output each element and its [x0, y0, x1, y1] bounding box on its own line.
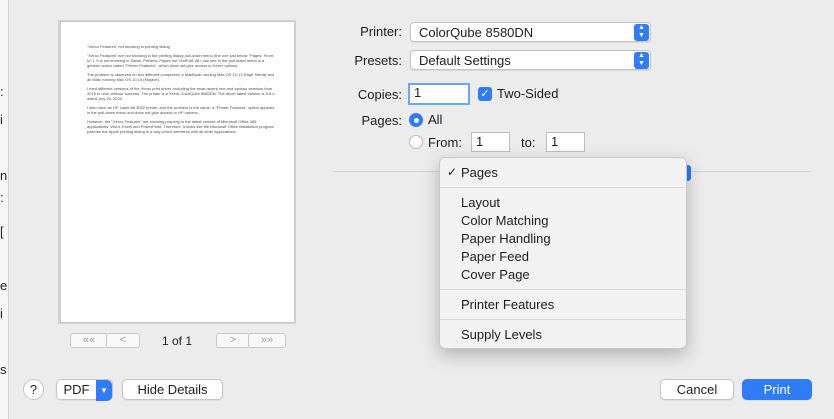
pages-all-label: All [428, 112, 443, 127]
next-page-button[interactable]: > [216, 333, 250, 348]
checkmark-icon: ✓ [447, 165, 458, 179]
print-button[interactable]: Print [742, 379, 812, 400]
copies-label: Copies: [357, 87, 402, 102]
menu-separator [440, 319, 686, 320]
copies-field[interactable]: 1 [408, 83, 470, 105]
pages-from-radio[interactable] [409, 135, 423, 149]
two-sided-label: Two-Sided [497, 86, 559, 101]
to-label: to: [521, 135, 536, 150]
sliver-char: : [0, 190, 4, 205]
sliver-char: : [0, 84, 4, 99]
pdf-menu-button[interactable]: PDF ▼ [56, 379, 113, 401]
preview-pager: «« < 1 of 1 > »» [70, 333, 286, 348]
preview-paragraph: "Xerox Features" not showing in printing… [87, 44, 170, 49]
preview-document: "Xerox Features" not showing in printing… [87, 44, 277, 138]
two-sided-checkbox[interactable]: ✓ [478, 87, 492, 101]
page-indicator: 1 of 1 [162, 334, 193, 348]
help-button[interactable]: ? [23, 379, 44, 400]
cancel-button[interactable]: Cancel [660, 379, 734, 400]
preview-paragraph: However, the "Xerox Features" are showin… [87, 118, 274, 135]
menu-item-color-matching[interactable]: Color Matching [461, 213, 548, 228]
hide-details-button[interactable]: Hide Details [122, 379, 223, 400]
first-page-button[interactable]: «« [70, 333, 108, 348]
menu-item-paper-feed[interactable]: Paper Feed [461, 249, 529, 264]
printer-popup[interactable]: ColorQube 8580DN ▲ ▼ [410, 22, 651, 42]
sliver-char: i [0, 306, 3, 321]
preview-paragraph: I tried different versions of the Xerox … [87, 85, 276, 102]
presets-popup[interactable]: Default Settings ▲ ▼ [410, 50, 651, 70]
sliver-char: [ [0, 224, 4, 239]
from-field[interactable]: 1 [471, 132, 510, 152]
last-page-button[interactable]: »» [248, 333, 286, 348]
popup-arrows-icon: ▲ ▼ [634, 52, 649, 69]
sliver-char: e [0, 278, 8, 293]
menu-separator [440, 289, 686, 290]
pages-label: Pages: [361, 113, 402, 128]
menu-item-supply-levels[interactable]: Supply Levels [461, 327, 542, 342]
preview-paragraph: I also have an HP LaserJet 3052 printer,… [87, 104, 275, 116]
presets-label: Presets: [354, 53, 402, 68]
from-label: From: [428, 135, 462, 150]
preview-paragraph: The problem is observed on two different… [87, 71, 275, 83]
to-field[interactable]: 1 [546, 132, 585, 152]
menu-item-pages[interactable]: Pages [461, 165, 498, 180]
pdf-label: PDF [63, 382, 90, 397]
chevron-down-icon: ▼ [96, 380, 112, 401]
menu-separator [440, 187, 686, 188]
menu-item-printer-features[interactable]: Printer Features [461, 297, 554, 312]
presets-value: Default Settings [419, 53, 511, 68]
background-window-sliver: : i n : [ e i s [0, 0, 9, 419]
printer-value: ColorQube 8580DN [419, 25, 534, 40]
sliver-char: n [0, 168, 8, 183]
printer-label: Printer: [360, 24, 402, 39]
menu-item-layout[interactable]: Layout [461, 195, 500, 210]
sliver-char: s [0, 362, 7, 377]
print-preview-page: "Xerox Features" not showing in printing… [61, 22, 294, 322]
popup-arrows-icon: ▲ ▼ [634, 24, 649, 41]
menu-item-paper-handling[interactable]: Paper Handling [461, 231, 551, 246]
sliver-char: i [0, 112, 3, 127]
menu-item-cover-page[interactable]: Cover Page [461, 267, 530, 282]
preview-paragraph: "Xerox Features" are not showing in the … [87, 52, 275, 69]
section-dropdown-menu: ✓ Pages Layout Color Matching Paper Hand… [439, 157, 687, 349]
previous-page-button[interactable]: < [106, 333, 140, 348]
pages-all-radio[interactable] [409, 113, 423, 127]
